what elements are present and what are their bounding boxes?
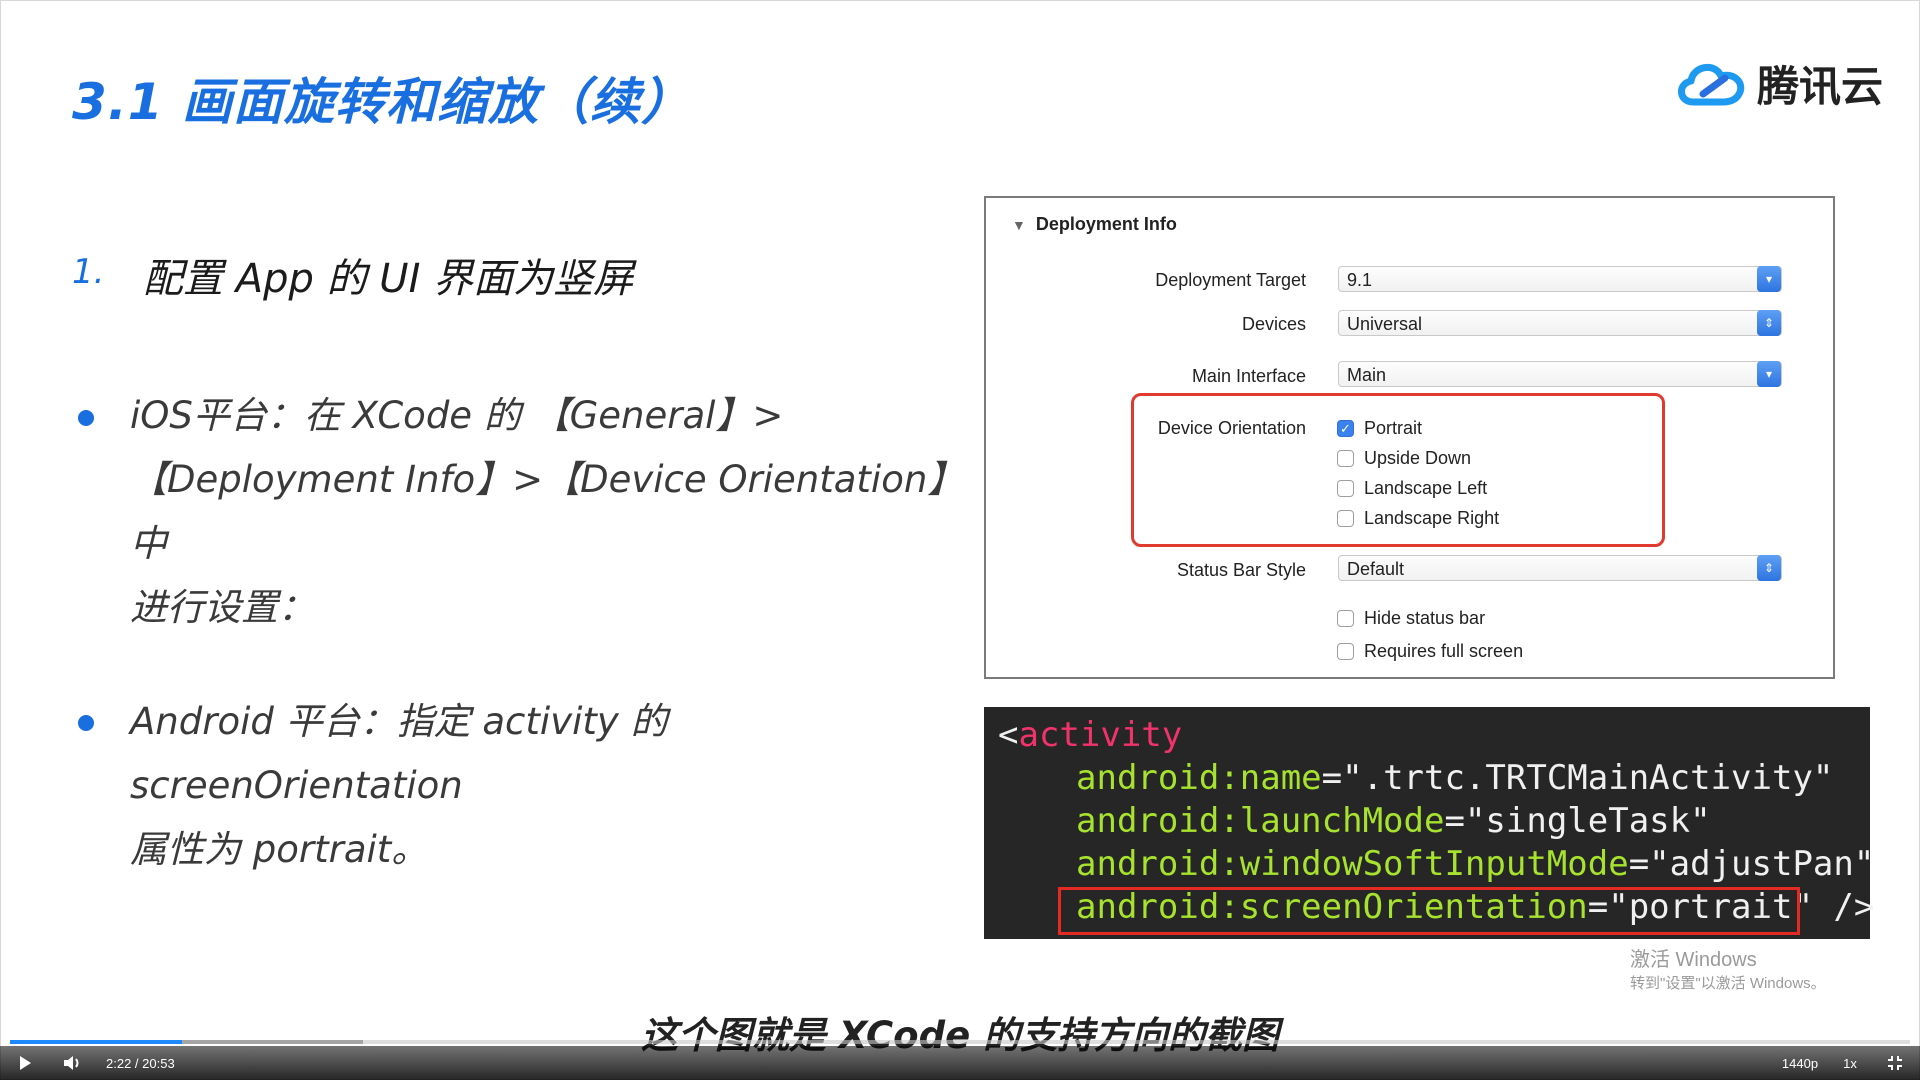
code-close: /> [1812, 887, 1875, 927]
speed-button[interactable]: 1x [1835, 1046, 1865, 1080]
played-bar [10, 1040, 183, 1044]
deployment-target-label: Deployment Target [1155, 270, 1306, 290]
checkbox-label: Hide status bar [1364, 608, 1486, 628]
code-attr: android:windowSoftInputMode [1076, 844, 1629, 884]
code-eq: = [1628, 844, 1650, 884]
stepper-arrows-icon[interactable]: ⇕ [1757, 310, 1781, 336]
item-number: 1. [72, 252, 105, 292]
checkbox-label: Requires full screen [1364, 641, 1524, 661]
bullet-dot [78, 410, 94, 426]
windows-activation-watermark: 激活 Windows [1630, 949, 1757, 971]
code-value: "adjustPan" [1649, 844, 1875, 884]
chevron-down-icon[interactable]: ▾ [1757, 361, 1781, 387]
tencent-cloud-logo: 腾讯云 [1673, 53, 1883, 114]
bullet-android: Android 平台：指定 activity 的 screenOrientati… [130, 690, 960, 882]
hide-status-bar-checkbox[interactable]: Hide status bar [1337, 608, 1485, 629]
code-value: "singleTask" [1464, 801, 1711, 841]
code-eq: = [1321, 758, 1343, 798]
player-controls: 2:22 / 20:53 1440p 1x [0, 1046, 1920, 1080]
devices-select[interactable]: Universal ⇕ [1338, 310, 1782, 336]
checkbox-icon[interactable] [1337, 610, 1354, 627]
main-interface-label: Main Interface [1191, 366, 1306, 386]
code-line-open: <activity [998, 715, 1182, 755]
bullet-line: 属性为 portrait。 [130, 828, 429, 871]
logo-text: 腾讯云 [1757, 62, 1884, 111]
exit-fullscreen-icon[interactable] [1880, 1046, 1910, 1080]
video-progress-bar[interactable] [10, 1040, 1910, 1044]
code-line: android:name=".trtc.TRTCMainActivity" [1076, 758, 1833, 798]
status-bar-style-select[interactable]: Default ⇕ [1338, 555, 1782, 581]
quality-button[interactable]: 1440p [1772, 1046, 1828, 1080]
bullet-ios: iOS平台：在 XCode 的 【General】> 【Deployment I… [130, 384, 950, 640]
bullet-line: 进行设置： [130, 586, 315, 629]
select-value: Main [1347, 365, 1387, 385]
windows-activation-hint: 转到"设置"以激活 Windows。 [1630, 975, 1826, 992]
code-attr: android:name [1076, 758, 1322, 798]
section-title: Deployment Info [1035, 214, 1177, 234]
slide-title: 3.1 画面旋转和缩放（续） [72, 73, 692, 131]
play-icon[interactable] [10, 1046, 40, 1080]
disclosure-triangle-icon[interactable]: ▼ [1012, 217, 1026, 233]
section-header[interactable]: ▼ Deployment Info [1012, 214, 1177, 235]
deployment-target-select[interactable]: 9.1 ▾ [1338, 266, 1782, 292]
requires-full-screen-checkbox[interactable]: Requires full screen [1337, 641, 1523, 662]
select-value: Universal [1347, 314, 1423, 334]
bullet-line: iOS平台：在 XCode 的 【General】> [130, 394, 784, 437]
screen-orientation-highlight-box [1058, 887, 1800, 935]
status-bar-style-label: Status Bar Style [1176, 560, 1306, 580]
bullet-line: 【Deployment Info】>【Device Orientation】中 [130, 458, 946, 565]
chevron-down-icon[interactable]: ▾ [1757, 266, 1781, 292]
bullet-dot [78, 715, 94, 731]
code-line: android:windowSoftInputMode="adjustPan" [1076, 844, 1874, 884]
select-value: 9.1 [1347, 270, 1373, 290]
orientation-highlight-box [1131, 393, 1665, 547]
code-attr: android:launchMode [1076, 801, 1445, 841]
select-value: Default [1347, 559, 1405, 579]
checkbox-icon[interactable] [1337, 643, 1354, 660]
main-interface-select[interactable]: Main ▾ [1338, 361, 1782, 387]
item-text: 配置 App 的 UI 界面为竖屏 [143, 256, 634, 302]
code-bracket: < [998, 715, 1019, 755]
cloud-logo-icon [1678, 63, 1745, 105]
devices-label: Devices [1241, 314, 1306, 334]
bullet-line: Android 平台：指定 activity 的 screenOrientati… [130, 700, 668, 807]
xcode-deployment-info-panel: ▼ Deployment Info Deployment Target 9.1 ▾… [984, 196, 1835, 679]
android-manifest-code-block: <activity android:name=".trtc.TRTCMainAc… [984, 707, 1874, 939]
time-display: 2:22 / 20:53 [106, 1055, 175, 1071]
code-value: ".trtc.TRTCMainActivity" [1342, 758, 1834, 798]
stepper-arrows-icon[interactable]: ⇕ [1757, 555, 1781, 581]
code-line: android:launchMode="singleTask" [1076, 801, 1711, 841]
code-tag: activity [1018, 715, 1183, 755]
code-eq: = [1444, 801, 1465, 841]
volume-icon[interactable] [58, 1046, 88, 1080]
